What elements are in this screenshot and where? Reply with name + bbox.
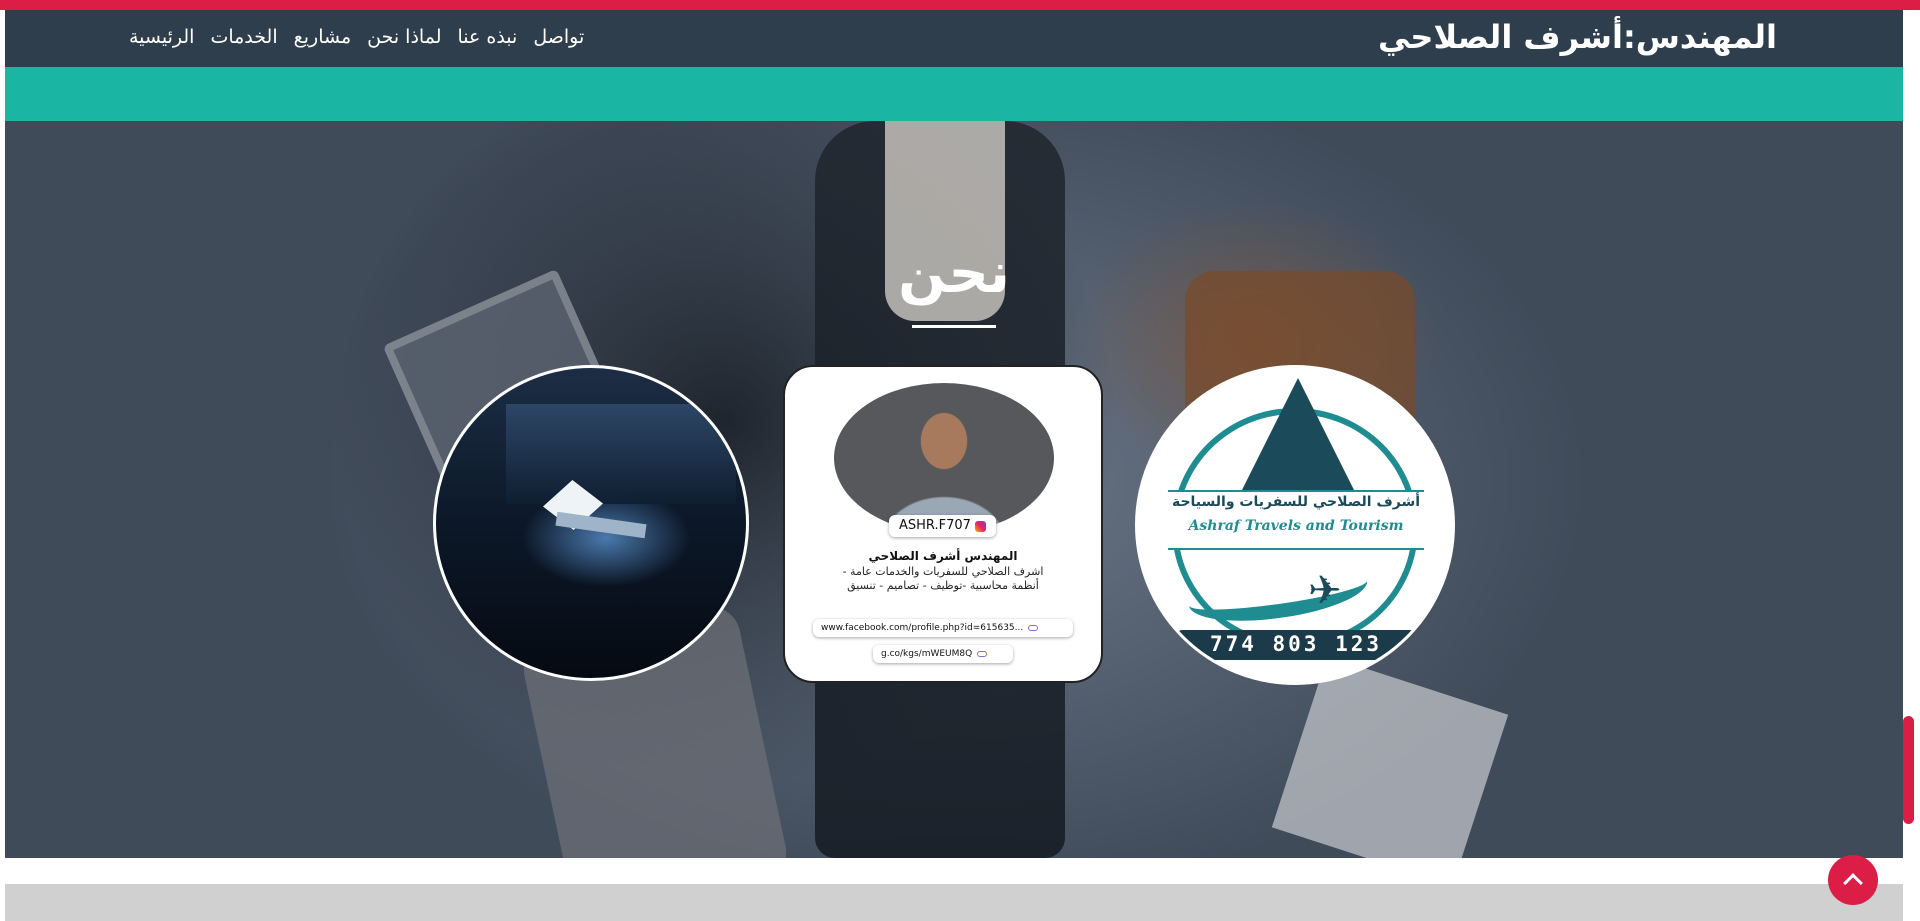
description-line-2: أنظمة محاسبية -توظيف - تصاميم - تنسيق <box>847 579 1039 592</box>
navbar: المهندس:أشرف الصلاحي الرئيسية الخدمات مش… <box>5 10 1903 67</box>
description-line-1: اشرف الصلاحي للسفريات والخدمات عامة - <box>842 565 1044 578</box>
instagram-handle[interactable]: ASHR.F707 <box>889 515 996 537</box>
nav-home[interactable]: الرئيسية <box>129 26 194 48</box>
chevron-up-icon <box>1843 873 1863 893</box>
profile-name: المهندس أشرف الصلاحي <box>868 549 1018 563</box>
section-title: نحن <box>898 241 1010 306</box>
about-section: نحن ASHR.F707 المهندس أشرف الصلاحي اشرف … <box>5 121 1903 858</box>
laptop-photo <box>433 365 749 681</box>
page: المهندس:أشرف الصلاحي الرئيسية الخدمات مش… <box>5 10 1903 921</box>
nav-projects[interactable]: مشاريع <box>294 26 352 48</box>
scrollbar-thumb[interactable] <box>1903 716 1914 824</box>
logo-arabic-text: أشرف الصلاحي للسفريات والسياحة <box>1171 494 1421 510</box>
nav-about[interactable]: نبذه عنا <box>457 26 517 48</box>
nav-contact[interactable]: تواصل <box>533 26 584 48</box>
nav-why-us[interactable]: لماذا نحن <box>367 26 441 48</box>
link-icon <box>977 651 988 657</box>
scroll-to-top-button[interactable] <box>1828 855 1878 905</box>
photo-window <box>506 404 736 504</box>
profile-description: اشرف الصلاحي للسفريات والخدمات عامة - أن… <box>805 565 1081 593</box>
facebook-link[interactable]: www.facebook.com/profile.php?id=615635..… <box>813 619 1073 637</box>
airplane-icon: ✈ <box>1308 568 1342 614</box>
avatar <box>834 383 1054 533</box>
handle-text: ASHR.F707 <box>899 518 971 533</box>
logo-phone-number: 774 803 123 <box>1209 632 1383 656</box>
logo-letter-a <box>1238 378 1358 498</box>
title-underline <box>912 325 996 328</box>
top-accent-bar <box>0 0 1920 10</box>
logo-english-text: Ashraf Travels and Tourism <box>1188 518 1404 534</box>
brand-title[interactable]: المهندس:أشرف الصلاحي <box>1378 18 1777 56</box>
camera-icon <box>974 520 986 532</box>
photo-laptop-base <box>555 511 647 539</box>
next-section-strip <box>5 884 1903 921</box>
nav-menu: الرئيسية الخدمات مشاريع لماذا نحن نبذه ع… <box>129 26 584 48</box>
google-link-text: g.co/kgs/mWEUM8Q <box>881 649 973 659</box>
profile-card: ASHR.F707 المهندس أشرف الصلاحي اشرف الصل… <box>783 365 1103 683</box>
background-newspaper <box>1271 656 1509 858</box>
nav-services[interactable]: الخدمات <box>210 26 277 48</box>
link-icon <box>1028 625 1039 631</box>
google-link[interactable]: g.co/kgs/mWEUM8Q <box>873 645 1013 663</box>
company-logo: أشرف الصلاحي للسفريات والسياحة Ashraf Tr… <box>1135 365 1455 685</box>
facebook-link-text: www.facebook.com/profile.php?id=615635..… <box>821 623 1024 633</box>
teal-banner <box>5 67 1903 121</box>
